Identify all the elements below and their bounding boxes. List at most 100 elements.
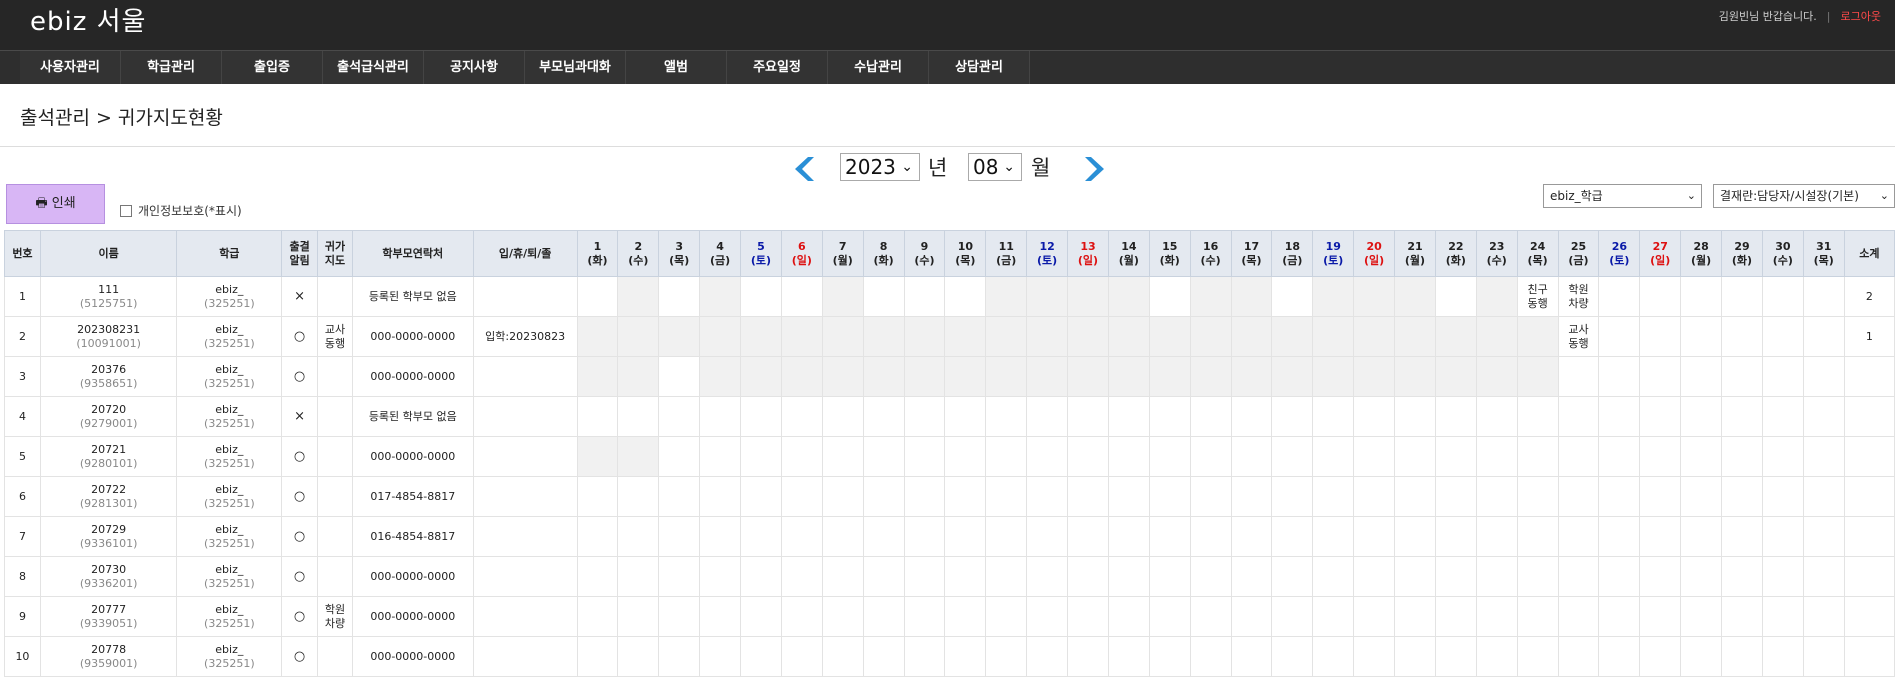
menu-notice[interactable]: 공지사항 — [424, 51, 525, 84]
day-cell[interactable] — [1434, 476, 1477, 517]
day-cell[interactable] — [617, 436, 660, 477]
day-cell[interactable] — [1721, 516, 1763, 557]
day-cell[interactable] — [1107, 596, 1150, 637]
day-cell[interactable] — [699, 636, 742, 677]
day-cell[interactable] — [780, 356, 823, 397]
day-cell[interactable] — [1271, 476, 1314, 517]
menu-class-management[interactable]: 학급관리 — [121, 51, 222, 84]
student-name-cell[interactable]: 20721 (9280101) — [39, 436, 178, 477]
menu-attendance-meal[interactable]: 출석급식관리 — [323, 51, 424, 84]
day-cell[interactable] — [1639, 596, 1682, 637]
day-cell[interactable] — [821, 276, 864, 317]
menu-parent-chat[interactable]: 부모님과대화 — [525, 51, 626, 84]
day-cell[interactable] — [1026, 356, 1069, 397]
day-cell[interactable] — [1516, 396, 1559, 437]
day-cell[interactable] — [1189, 396, 1232, 437]
table-row[interactable]: 7 20729 (9336101) ebiz_ (325251) ○ 016-4854-88… — [4, 516, 1895, 557]
day-cell[interactable] — [862, 396, 905, 437]
day-cell[interactable] — [1067, 276, 1109, 317]
day-cell[interactable] — [903, 556, 946, 597]
day-cell[interactable] — [699, 396, 742, 437]
day-cell[interactable] — [1148, 436, 1191, 477]
day-cell[interactable] — [862, 316, 905, 357]
day-cell[interactable] — [1475, 356, 1518, 397]
day-cell[interactable] — [576, 516, 619, 557]
day-cell[interactable] — [821, 596, 864, 637]
day-cell[interactable] — [1353, 436, 1396, 477]
day-cell[interactable] — [740, 356, 782, 397]
table-row[interactable]: 5 20721 (9280101) ebiz_ (325251) ○ 000-0000-00… — [4, 436, 1895, 477]
privacy-toggle[interactable]: 개인정보보호(*표시) — [120, 202, 242, 219]
day-cell[interactable] — [1312, 356, 1355, 397]
menu-counseling[interactable]: 상담관리 — [929, 51, 1030, 84]
day-cell[interactable] — [1026, 316, 1069, 357]
day-cell[interactable] — [862, 556, 905, 597]
day-cell[interactable] — [1680, 356, 1723, 397]
day-cell[interactable] — [1475, 316, 1518, 357]
day-cell[interactable] — [1353, 516, 1396, 557]
day-cell[interactable] — [699, 356, 742, 397]
day-cell[interactable] — [1271, 596, 1314, 637]
day-cell[interactable] — [985, 556, 1028, 597]
day-cell[interactable] — [1312, 556, 1355, 597]
day-cell[interactable] — [780, 276, 823, 317]
day-cell[interactable] — [1394, 476, 1436, 517]
day-cell[interactable] — [903, 356, 946, 397]
day-cell[interactable] — [944, 556, 987, 597]
day-cell[interactable] — [903, 596, 946, 637]
day-cell[interactable] — [1312, 276, 1355, 317]
day-cell[interactable] — [1107, 276, 1150, 317]
day-cell[interactable] — [1434, 276, 1477, 317]
day-cell[interactable] — [1271, 396, 1314, 437]
day-cell[interactable] — [1067, 516, 1109, 557]
day-cell[interactable] — [1557, 436, 1600, 477]
day-cell[interactable] — [576, 476, 619, 517]
day-cell[interactable] — [1312, 636, 1355, 677]
day-cell[interactable] — [821, 316, 864, 357]
day-cell[interactable] — [1557, 356, 1600, 397]
day-cell[interactable] — [780, 436, 823, 477]
day-cell[interactable] — [1067, 476, 1109, 517]
day-cell[interactable] — [576, 276, 619, 317]
day-cell[interactable] — [944, 396, 987, 437]
day-cell[interactable] — [1598, 316, 1641, 357]
day-cell[interactable] — [821, 356, 864, 397]
menu-schedule[interactable]: 주요일정 — [727, 51, 828, 84]
day-cell[interactable] — [1148, 276, 1191, 317]
day-cell[interactable] — [617, 316, 660, 357]
table-row[interactable]: 4 20720 (9279001) ebiz_ (325251) × 등록된 학부모 없음 — [4, 396, 1895, 437]
day-cell[interactable] — [699, 516, 742, 557]
table-row[interactable]: 8 20730 (9336201) ebiz_ (325251) ○ 000-0000-00… — [4, 556, 1895, 597]
day-cell[interactable] — [658, 356, 701, 397]
day-cell[interactable] — [1107, 636, 1150, 677]
day-cell[interactable] — [617, 636, 660, 677]
day-cell[interactable] — [1639, 316, 1682, 357]
day-cell[interactable] — [1353, 556, 1396, 597]
chevron-right-icon[interactable] — [1081, 154, 1111, 184]
day-cell[interactable] — [1394, 556, 1436, 597]
month-select[interactable]: 08 ⌄ — [968, 153, 1022, 181]
day-cell[interactable] — [740, 276, 782, 317]
day-cell[interactable] — [1230, 636, 1273, 677]
day-cell[interactable] — [1148, 396, 1191, 437]
day-cell[interactable] — [862, 596, 905, 637]
student-name-cell[interactable]: 20720 (9279001) — [39, 396, 178, 437]
day-cell[interactable] — [1639, 636, 1682, 677]
day-cell[interactable] — [1598, 516, 1641, 557]
day-cell[interactable] — [903, 516, 946, 557]
day-cell[interactable] — [1434, 516, 1477, 557]
day-cell[interactable] — [1230, 396, 1273, 437]
day-cell[interactable] — [944, 316, 987, 357]
day-cell[interactable] — [658, 476, 701, 517]
day-cell[interactable] — [862, 516, 905, 557]
day-cell[interactable] — [1761, 356, 1804, 397]
day-cell[interactable] — [658, 596, 701, 637]
day-cell[interactable] — [1516, 516, 1559, 557]
day-cell[interactable] — [1434, 316, 1477, 357]
day-cell[interactable] — [1516, 636, 1559, 677]
day-cell[interactable] — [1394, 636, 1436, 677]
day-cell[interactable] — [576, 396, 619, 437]
day-cell[interactable] — [1026, 436, 1069, 477]
class-select[interactable]: ebiz_학급 ⌄ — [1543, 184, 1702, 208]
student-name-cell[interactable]: 20778 (9359001) — [39, 636, 178, 677]
